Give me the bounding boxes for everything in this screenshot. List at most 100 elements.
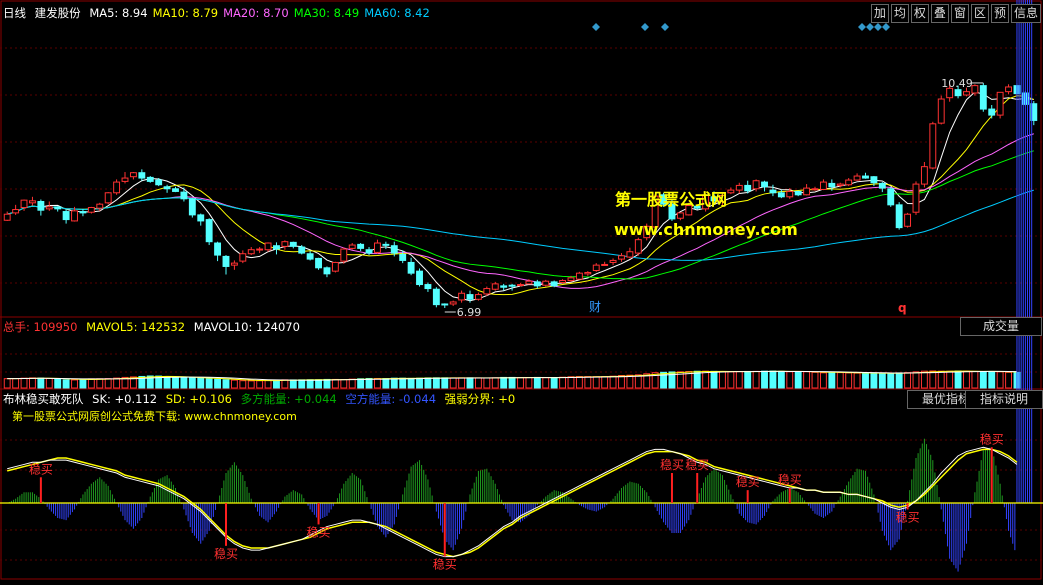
candle-body bbox=[584, 271, 592, 275]
price-header: 日线 建发股份 MA5: 8.94 MA10: 8.79 MA20: 8.70 MA3… bbox=[3, 6, 440, 20]
volume-bar bbox=[937, 370, 945, 389]
mavol10-value: MAVOL10: 124070 bbox=[193, 320, 300, 334]
candle-body bbox=[1005, 86, 1012, 93]
volume-bar bbox=[315, 379, 322, 389]
candle-body bbox=[626, 251, 634, 258]
volume-bar bbox=[508, 376, 516, 389]
volume-bar bbox=[113, 377, 121, 389]
candle-body bbox=[449, 301, 457, 305]
period-label: 日线 bbox=[3, 6, 26, 20]
volume-bar bbox=[348, 378, 356, 389]
candle-body bbox=[399, 253, 407, 261]
toolbar-add[interactable]: 加 bbox=[870, 4, 889, 23]
toolbar-preview[interactable]: 预 bbox=[990, 4, 1009, 23]
candle-body bbox=[416, 270, 423, 286]
candle-body bbox=[929, 123, 937, 169]
toolbar-range[interactable]: 区 bbox=[970, 4, 989, 23]
candle-body bbox=[306, 253, 314, 260]
sk-value: SK: +0.112 bbox=[92, 392, 158, 406]
toolbar-overlay[interactable]: 叠 bbox=[930, 4, 949, 23]
candle-body bbox=[533, 281, 541, 287]
candle-body bbox=[904, 213, 912, 227]
indicator-help-button[interactable]: 指标说明 bbox=[965, 390, 1043, 409]
candle-body bbox=[121, 177, 129, 182]
candle-body bbox=[180, 191, 188, 200]
volume-button[interactable]: 成交量 bbox=[960, 317, 1042, 336]
volume-bar bbox=[761, 370, 768, 389]
volume-bar bbox=[416, 377, 423, 389]
volume-bar bbox=[214, 378, 222, 389]
volume-bar bbox=[895, 372, 903, 389]
volume-bar bbox=[340, 379, 348, 389]
volume-bar bbox=[45, 377, 53, 389]
volume-bar bbox=[273, 379, 280, 389]
candle-body bbox=[340, 248, 348, 262]
volume-bar bbox=[744, 370, 752, 389]
strength-split: 强弱分界: +0 bbox=[444, 392, 516, 406]
volume-bar bbox=[929, 370, 937, 389]
candle-body bbox=[331, 261, 339, 272]
candle-body bbox=[592, 264, 600, 271]
volume-bar bbox=[449, 377, 457, 389]
candle-body bbox=[365, 249, 373, 254]
candle-body bbox=[146, 176, 154, 182]
candle-body bbox=[71, 210, 78, 222]
candle-body bbox=[954, 89, 962, 97]
volume-bar bbox=[458, 377, 466, 389]
candle-body bbox=[777, 192, 785, 198]
toolbar-average[interactable]: 均 bbox=[890, 4, 909, 23]
volume-bar bbox=[281, 379, 289, 389]
volume-bar bbox=[794, 371, 802, 389]
mavol5-value: MAVOL5: 142532 bbox=[86, 320, 186, 334]
candle-body bbox=[458, 292, 466, 301]
volume-bar bbox=[845, 372, 853, 389]
candle-body bbox=[96, 203, 104, 209]
volume-bar bbox=[390, 377, 398, 389]
low-price-label: 6.99 bbox=[457, 306, 482, 319]
info-diamond bbox=[661, 23, 669, 31]
volume-bar bbox=[407, 377, 415, 389]
volume-bar bbox=[963, 370, 970, 389]
chart-canvas[interactable]: 10.496.99 财 q稳买稳买稳买稳买稳买 稳买稳买 稳买稳买稳买 bbox=[0, 0, 1043, 581]
candle-body bbox=[937, 98, 945, 124]
volume-bar bbox=[811, 371, 819, 389]
volume-bar bbox=[474, 377, 482, 389]
volume-bar bbox=[37, 377, 45, 389]
volume-bar bbox=[298, 379, 306, 389]
buy-signal-label: 稳买 bbox=[685, 457, 709, 472]
ma30-line bbox=[7, 150, 1034, 280]
volume-bar bbox=[601, 376, 609, 389]
volume-bar bbox=[230, 379, 238, 389]
volume-bar bbox=[205, 378, 213, 389]
volume-bar bbox=[719, 371, 726, 389]
buy-signal-label: 稳买 bbox=[896, 509, 920, 524]
volume-bar bbox=[828, 372, 836, 389]
volume-bar bbox=[382, 378, 390, 389]
candle-body bbox=[525, 280, 533, 285]
volume-bar bbox=[172, 376, 179, 389]
volume-bar bbox=[466, 377, 474, 389]
ma20-line bbox=[7, 133, 1034, 289]
long-energy: 多方能量: +0.044 bbox=[240, 392, 337, 406]
candle-body bbox=[214, 242, 222, 256]
volume-bar bbox=[357, 378, 365, 389]
candle-body bbox=[811, 188, 819, 191]
candle-body bbox=[517, 284, 524, 287]
info-diamond bbox=[882, 23, 890, 31]
candle-body bbox=[281, 241, 289, 247]
candle-body bbox=[996, 91, 1004, 116]
toolbar-rights[interactable]: 权 bbox=[910, 4, 929, 23]
volume-bar bbox=[592, 376, 600, 389]
toolbar-window[interactable]: 窗 bbox=[950, 4, 969, 23]
volume-bar bbox=[954, 370, 962, 389]
volume-bar bbox=[862, 372, 869, 389]
chart-stage[interactable]: 10.49 6.99 财 q 稳买 稳买 稳买 稳买 稳买 稳买 稳买 稳买 稳买 稳买 日线 建发股份 … bbox=[0, 0, 1043, 581]
indicator-note: 第一股票公式网原创公式免费下载: www.chnmoney.com bbox=[12, 410, 297, 423]
candle-body bbox=[155, 179, 163, 186]
volume-bar bbox=[752, 370, 760, 389]
volume-bar bbox=[331, 378, 339, 389]
volume-bar bbox=[163, 376, 171, 389]
volume-bar bbox=[777, 370, 785, 389]
candle-body bbox=[256, 248, 264, 251]
toolbar-info[interactable]: 信息 bbox=[1010, 4, 1041, 23]
